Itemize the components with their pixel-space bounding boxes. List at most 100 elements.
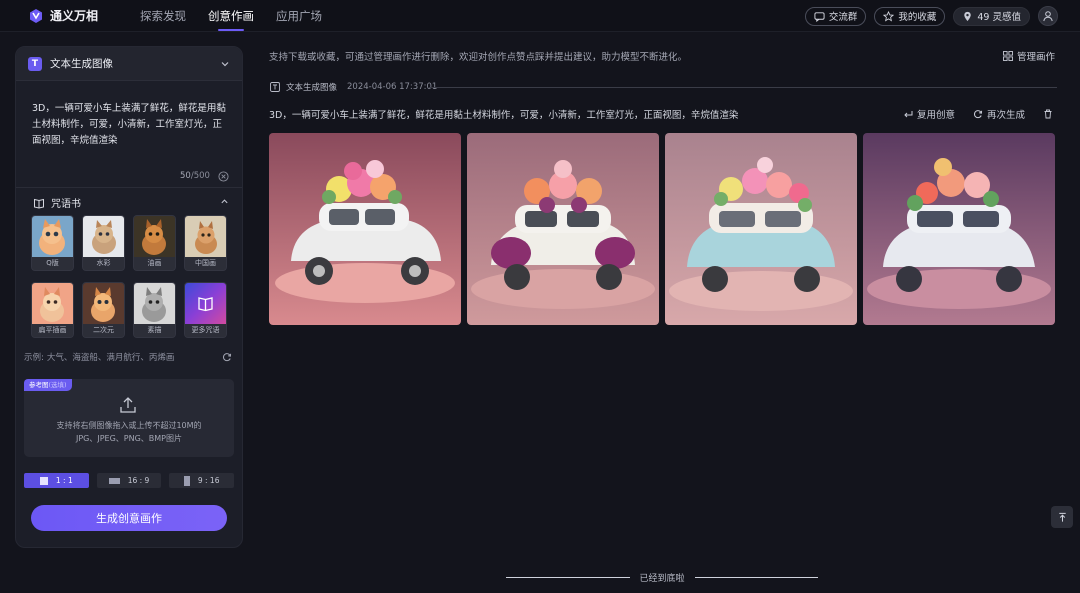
upload-icon [120, 397, 136, 413]
reference-upload[interactable]: 参考图(选填) 支持将右侧图像拖入或上传不超过10M的 JPG、JPEG、PNG… [24, 379, 234, 457]
refresh-icon [974, 110, 983, 119]
regenerate-button[interactable]: 再次生成 [973, 107, 1025, 121]
ratio-label: 1 : 1 [55, 476, 73, 485]
kitten-thumb [32, 216, 73, 257]
ratio-label: 9 : 16 [197, 476, 220, 485]
examples-row: 示例: 大气、海盗船、满月航行、丙烯画 [24, 351, 174, 363]
points-badge[interactable]: 49 灵感值 [953, 6, 1030, 26]
manage-artworks-button[interactable]: 管理画作 [1003, 49, 1055, 63]
kitten-thumb [134, 283, 175, 324]
style-label: 中国画 [185, 257, 226, 270]
mode-label: 文本生成图像 [50, 58, 113, 70]
flower-car-image [269, 133, 461, 325]
end-of-list: 已经到底啦 [506, 571, 819, 584]
ratio-9-16-button[interactable]: 9 : 16 [169, 473, 235, 488]
reference-hint-line1: 支持将右侧图像拖入或上传不超过10M的 [56, 421, 202, 430]
spellbook-header[interactable]: 咒语书 [33, 195, 81, 210]
star-icon [883, 10, 895, 21]
examples-text[interactable]: 大气、海盗船、满月航行、丙烯画 [47, 351, 175, 363]
user-avatar[interactable] [1038, 6, 1058, 26]
clear-icon[interactable] [218, 171, 229, 182]
kitten-thumb [83, 283, 124, 324]
style-card-more[interactable]: 更多咒语 [184, 282, 227, 338]
divider [694, 577, 819, 578]
style-label: 扁平插画 [32, 324, 73, 337]
usage-tip: 支持下载或收藏，可通过管理画作进行删除，欢迎对创作点赞点踩并提出建议，助力模型不… [269, 52, 688, 63]
generated-image-3[interactable] [665, 133, 857, 325]
reuse-button[interactable]: 复用创意 [903, 107, 955, 121]
grid-icon [1003, 51, 1013, 61]
style-card-oil[interactable]: 油画 [133, 215, 176, 271]
style-card-q[interactable]: Q版 [31, 215, 74, 271]
group-button[interactable]: 交流群 [804, 6, 867, 26]
landscape-icon [108, 477, 120, 484]
logo[interactable]: 通义万相 [28, 7, 98, 24]
reference-tag-label: 参考图 [29, 381, 49, 389]
divider [506, 577, 630, 578]
regenerate-label: 再次生成 [987, 110, 1026, 121]
creation-panel: T 文本生成图像 3D，一辆可爱小车上装满了鲜花，鲜花是用黏土材料制作，可爱，小… [15, 46, 243, 548]
top-bar: 通义万相 探索发现 创意作画 应用广场 交流群 我的收藏 49 灵感值 [0, 0, 1080, 32]
refresh-icon[interactable] [222, 352, 232, 362]
style-label: 二次元 [83, 324, 124, 337]
chat-icon [814, 11, 825, 22]
examples-label: 示例: [24, 353, 44, 363]
ratio-1-1-button[interactable]: 1 : 1 [24, 473, 89, 488]
style-card-chinese[interactable]: 中国画 [184, 215, 227, 271]
flower-car-image [665, 133, 857, 325]
char-counter: 50/500 [180, 171, 210, 181]
record-actions: 复用创意 再次生成 [903, 107, 1053, 121]
style-card-anime[interactable]: 二次元 [82, 282, 125, 338]
style-grid: Q版 水彩 油画 中国画 扁平插画 二次元 素描 更多咒语 [31, 215, 229, 338]
app-name: 通义万相 [50, 9, 99, 23]
style-label: Q版 [32, 257, 73, 270]
mode-selector[interactable]: T 文本生成图像 [16, 47, 242, 81]
ratio-16-9-button[interactable]: 16 : 9 [96, 473, 162, 488]
style-label: 素描 [134, 324, 175, 337]
generated-image-1[interactable] [269, 133, 461, 325]
favorites-label: 我的收藏 [898, 12, 937, 23]
style-card-sketch[interactable]: 素描 [133, 282, 176, 338]
end-label: 已经到底啦 [639, 574, 685, 584]
manage-label: 管理画作 [1017, 52, 1056, 63]
reference-hint: 支持将右侧图像拖入或上传不超过10M的 JPG、JPEG、PNG、BMP图片 [24, 419, 234, 445]
generated-image-4[interactable] [863, 133, 1055, 325]
style-label: 水彩 [83, 257, 124, 270]
reference-hint-line2: JPG、JPEG、PNG、BMP图片 [75, 434, 183, 443]
kitten-thumb [134, 216, 175, 257]
reference-tag-optional: (选填) [48, 381, 67, 389]
reuse-label: 复用创意 [917, 110, 956, 121]
chevron-up-icon[interactable] [220, 197, 229, 206]
ratio-selector: 1 : 1 16 : 9 9 : 16 [24, 473, 235, 488]
kitten-thumb [32, 283, 73, 324]
chevron-down-icon [221, 61, 229, 66]
back-to-top-button[interactable] [1051, 506, 1073, 528]
square-icon [39, 476, 48, 485]
nav-apps[interactable]: 应用广场 [276, 0, 322, 32]
divider [429, 87, 1057, 88]
style-label: 更多咒语 [185, 324, 226, 337]
generate-button[interactable]: 生成创意画作 [31, 505, 227, 531]
record-prompt: 3D，一辆可爱小车上装满了鲜花，鲜花是用黏土材料制作，可爱，小清新，工作室灯光，… [269, 110, 739, 121]
location-pin-icon [964, 11, 972, 21]
arrow-up-icon [1058, 512, 1066, 522]
text-mode-icon: T [28, 56, 42, 71]
kitten-thumb [185, 216, 226, 257]
favorites-button[interactable]: 我的收藏 [874, 6, 946, 26]
nav-explore[interactable]: 探索发现 [140, 0, 186, 32]
ratio-label: 16 : 9 [127, 476, 150, 485]
style-label: 油画 [134, 257, 175, 270]
style-card-flat[interactable]: 扁平插画 [31, 282, 74, 338]
spellbook-label: 咒语书 [51, 199, 81, 210]
record-date: 2024-04-06 17:37:01 [347, 82, 438, 92]
reference-tag: 参考图(选填) [24, 379, 72, 391]
trash-icon[interactable] [1043, 109, 1053, 119]
generated-image-2[interactable] [467, 133, 659, 325]
nav-create[interactable]: 创意作画 [208, 0, 254, 32]
points-label: 49 灵感值 [977, 12, 1021, 23]
book-icon [34, 198, 44, 209]
style-card-watercolor[interactable]: 水彩 [82, 215, 125, 271]
kitten-thumb [83, 216, 124, 257]
user-icon [1043, 11, 1053, 22]
record-meta: 文本生成图像 2024-04-06 17:37:01 [270, 81, 437, 93]
